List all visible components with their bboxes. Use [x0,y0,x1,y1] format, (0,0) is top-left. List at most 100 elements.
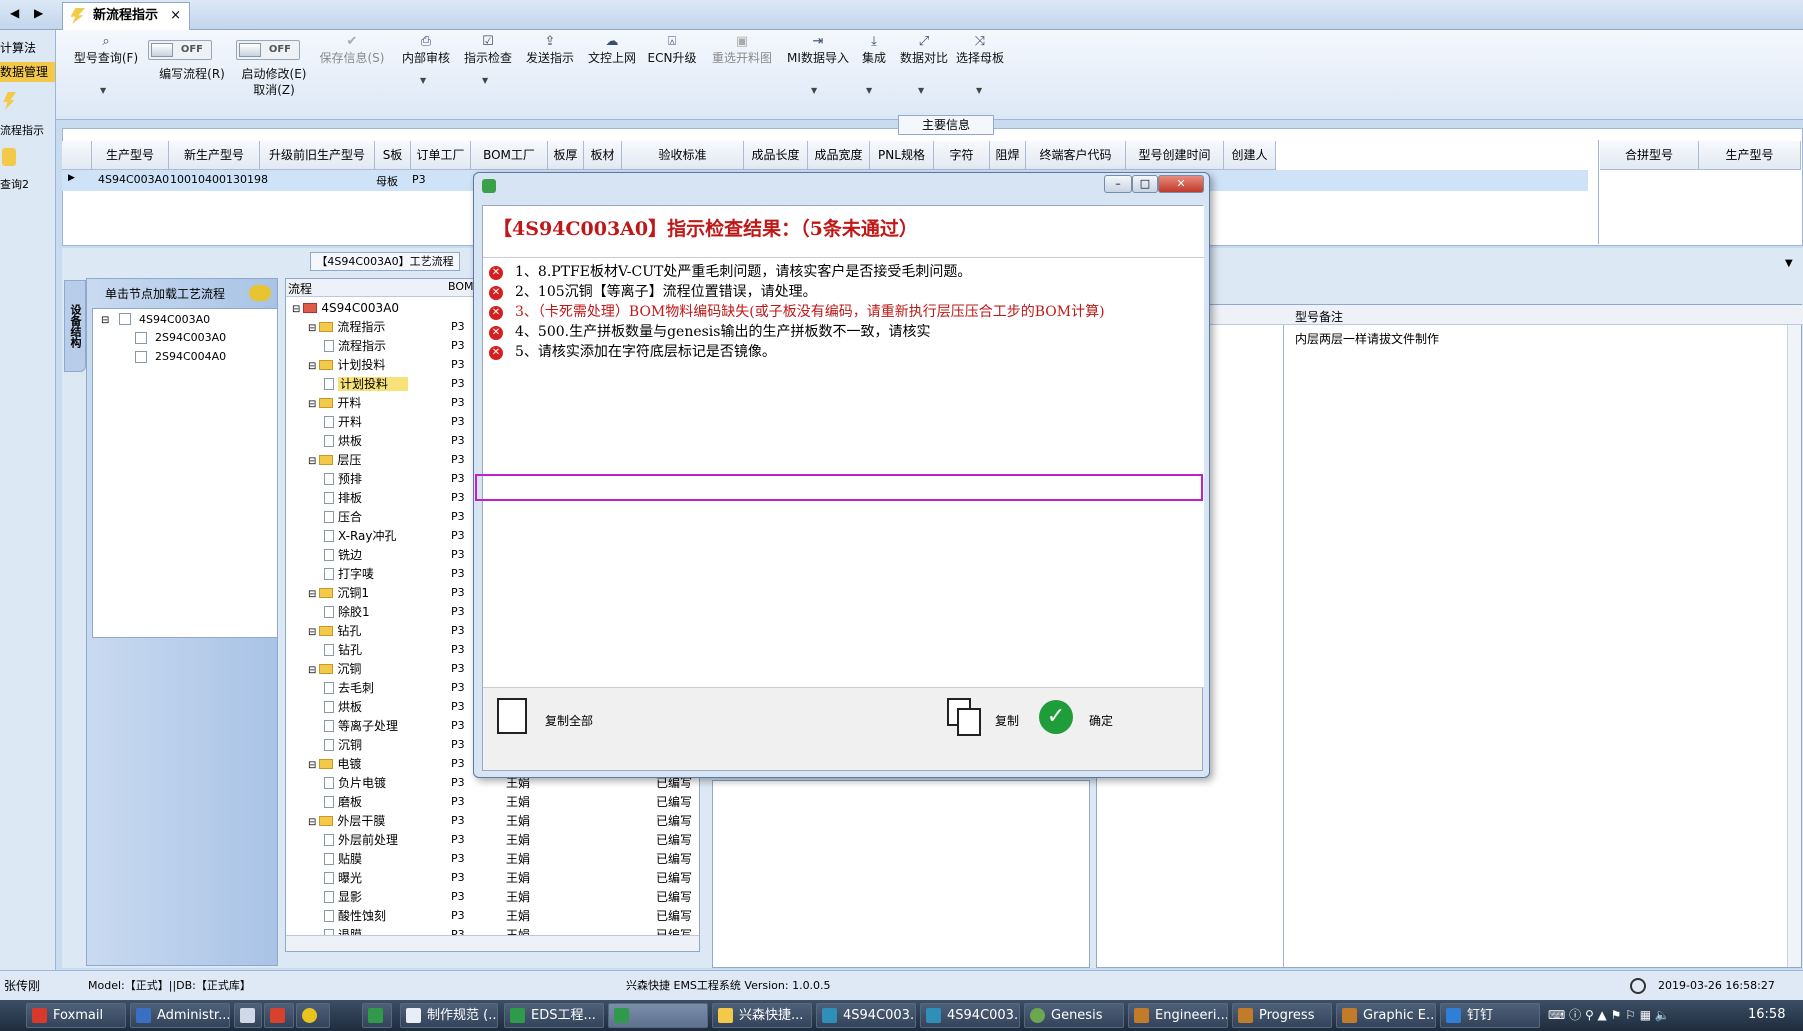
taskbar-item[interactable] [296,1003,330,1028]
flow-node[interactable]: 去毛刺 [324,679,374,697]
flow-node[interactable]: 沉铜 [324,736,362,754]
column-header[interactable]: 生产型号 [1699,141,1801,170]
column-header[interactable]: 型号创建时间 [1126,141,1224,170]
cancel-label[interactable]: 取消(Z) [224,82,324,98]
column-header[interactable]: 升级前旧生产型号 [260,141,375,170]
flow-node[interactable]: 贴膜 [324,850,362,868]
taskbar-item[interactable]: Graphic E... [1336,1003,1436,1028]
flow-node[interactable]: 磨板 [324,793,362,811]
close-icon[interactable]: × [170,3,181,29]
integrate-button[interactable]: ⤓ 集成 [850,34,898,66]
left-nav-item-1[interactable]: 数据管理 [0,62,55,82]
collapse-icon[interactable]: ⊟ [292,304,300,315]
flow-node[interactable]: 流程指示 [324,337,386,355]
taskbar-item[interactable]: 制作规范 (... [400,1003,498,1028]
message-item[interactable]: ✕ 4、500.生产拼板数量与genesis输出的生产拼板数不一致，请核实 [489,322,930,342]
column-header[interactable]: 成品宽度 [808,141,870,170]
close-button[interactable]: ✕ [1158,175,1204,193]
collapse-icon[interactable]: ⊟ [308,361,316,372]
flow-node[interactable]: ⊟ 沉铜 [308,660,361,678]
column-header[interactable]: 订单工厂 [411,141,471,170]
system-tray-icons[interactable]: ⌨ ⓘ ⚲ ▲ ⚑ ⚐ ▦ 🔈 [1548,1006,1728,1026]
collapse-icon[interactable]: ⊟ [308,760,316,771]
taskbar-item[interactable] [362,1003,392,1028]
flow-node[interactable]: ⊟ 流程指示 [308,318,385,336]
chat-bubble-icon[interactable] [249,285,271,301]
collapse-icon[interactable]: ⊟ [308,817,316,828]
message-item[interactable]: ✕ 2、105沉铜【等离子】流程位置错误，请处理。 [489,282,817,302]
column-header[interactable]: 合拼型号 [1600,141,1699,170]
flow-node[interactable]: ⊟ 钻孔 [308,622,361,640]
flow-node[interactable]: 打字唛 [324,565,374,583]
flow-node[interactable]: X-Ray冲孔 [324,527,396,545]
flow-node[interactable]: 曝光 [324,869,362,887]
chevron-down-icon[interactable]: ▼ [918,86,924,95]
copy-all-button[interactable]: 复制全部 [545,712,593,729]
taskbar-item[interactable]: 兴森快捷... [712,1003,812,1028]
ok-button[interactable]: 确定 [1089,712,1113,729]
ecn-upgrade-button[interactable]: ⍓ ECN升级 [636,34,708,66]
column-header[interactable]: 成品长度 [744,141,808,170]
process-tab[interactable]: 【4S94C003A0】工艺流程 [310,252,460,271]
taskbar-item[interactable]: Foxmail [26,1003,126,1028]
flow-node[interactable]: 计划投料 [324,375,409,393]
taskbar-item[interactable]: 4S94C003... [920,1003,1020,1028]
chevron-down-icon[interactable]: ▼ [976,86,982,95]
flow-node[interactable]: 钻孔 [324,641,362,659]
left-nav-item-0[interactable]: 计算法 [0,38,55,58]
taskbar-item[interactable]: Engineeri... [1128,1003,1228,1028]
column-header[interactable]: 字符 [934,141,990,170]
column-header[interactable]: 验收标准 [622,141,744,170]
flow-node[interactable]: ⊟ 电镀 [308,755,361,773]
flow-node[interactable]: 外层前处理 [324,831,398,849]
collapse-icon[interactable]: ⊟ [101,315,109,326]
collapse-icon[interactable]: ⊟ [308,456,316,467]
maximize-button[interactable]: □ [1132,175,1158,193]
flow-node[interactable]: 除胶1 [324,603,370,621]
collapse-icon[interactable]: ⊟ [308,399,316,410]
forward-arrow-icon[interactable]: ▶ [34,6,43,20]
flow-node[interactable]: 显影 [324,888,362,906]
flow-node[interactable]: 烘板 [324,698,362,716]
collapse-icon[interactable]: ⊟ [308,323,316,334]
tree-node[interactable]: 4S94C003A0 [139,313,210,326]
left-nav-item-3[interactable]: 查询2 [0,176,55,192]
chevron-down-icon[interactable]: ▼ [1785,258,1793,269]
left-nav-item-2[interactable]: 流程指示 [0,122,55,138]
start-edit-toggle[interactable]: OFF [236,40,300,60]
chevron-down-icon[interactable]: ▼ [811,86,817,95]
chevron-down-icon[interactable]: ▼ [100,86,106,95]
message-item[interactable]: ✕ 1、8.PTFE板材V-CUT处严重毛刺问题，请核实客户是否接受毛刺问题。 [489,262,971,282]
flow-node[interactable]: ⊟ 外层干膜 [308,812,385,830]
checkbox[interactable] [135,351,147,363]
flow-node[interactable]: 排板 [324,489,362,507]
tree-node[interactable]: 2S94C003A0 [155,331,226,344]
taskbar-item[interactable] [234,1003,262,1028]
save-info-button[interactable]: ✔ 保存信息(S) [312,34,392,66]
column-header[interactable]: 生产型号 [92,141,169,170]
column-header[interactable]: 新生产型号 [169,141,260,170]
flow-node[interactable]: 预排 [324,470,362,488]
flow-node[interactable]: ⊟ 计划投料 [308,356,385,374]
checkbox[interactable] [119,313,131,325]
select-mother-board-button[interactable]: ⤨ 选择母板 [944,34,1016,66]
taskbar-item[interactable] [264,1003,294,1028]
flow-node[interactable]: 等离子处理 [324,717,398,735]
chevron-down-icon[interactable]: ▼ [420,76,426,85]
horizontal-scrollbar[interactable] [286,935,699,951]
flow-node[interactable]: 开料 [324,413,362,431]
chevron-down-icon[interactable]: ▼ [866,86,872,95]
flow-node[interactable]: 压合 [324,508,362,526]
taskbar-item[interactable]: 4S94C003... [816,1003,916,1028]
collapse-icon[interactable]: ⊟ [308,589,316,600]
write-flow-toggle[interactable]: OFF [148,40,212,60]
column-header[interactable]: 板材 [584,141,622,170]
tree-node[interactable]: 2S94C004A0 [155,350,226,363]
column-header[interactable]: 终端客户代码 [1026,141,1126,170]
copy-button[interactable]: 复制 [995,712,1019,729]
flow-node[interactable]: ⊟ 4S94C003A0 [292,299,399,317]
column-header[interactable]: BOM工厂 [471,141,548,170]
column-header[interactable]: 阻焊 [990,141,1026,170]
reselect-cutting-button[interactable]: ▣ 重选开料图 [702,34,782,66]
back-arrow-icon[interactable]: ◀ [10,6,19,20]
